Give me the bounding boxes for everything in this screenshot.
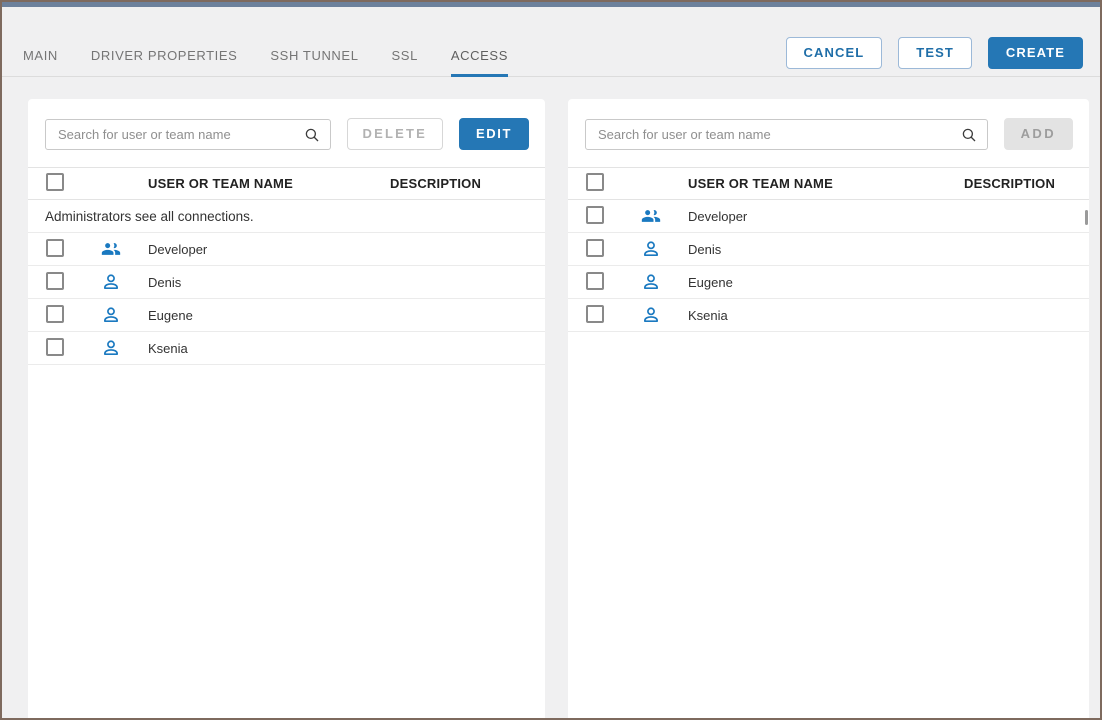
- connection-create-dialog: MAIN DRIVER PROPERTIES SSH TUNNEL SSL ACCESS…: [0, 0, 1102, 720]
- tab-main[interactable]: MAIN: [23, 48, 58, 77]
- row-checkbox[interactable]: [46, 338, 64, 356]
- dialog-header: MAIN DRIVER PROPERTIES SSH TUNNEL SSL ACCESS…: [2, 7, 1100, 77]
- row-checkbox[interactable]: [46, 239, 64, 257]
- vertical-scrollbar-thumb[interactable]: [1085, 210, 1088, 225]
- user-icon: [641, 239, 661, 259]
- row-checkbox-cell: [586, 305, 638, 326]
- team-icon: [641, 206, 661, 226]
- name-column-header: USER OR TEAM NAME: [148, 176, 390, 191]
- granted-toolbar: DELETE EDIT: [28, 99, 545, 167]
- row-checkbox-cell: [46, 305, 98, 326]
- cancel-button[interactable]: CANCEL: [786, 37, 883, 69]
- granted-searchbox: [45, 119, 331, 150]
- add-button[interactable]: ADD: [1004, 118, 1073, 150]
- tab-driver-properties[interactable]: DRIVER PROPERTIES: [91, 48, 238, 77]
- row-checkbox-cell: [586, 239, 638, 260]
- user-icon: [101, 272, 121, 292]
- row-checkbox-cell: [46, 338, 98, 359]
- table-row[interactable]: Developer: [568, 200, 1089, 233]
- team-icon: [101, 239, 121, 259]
- row-checkbox[interactable]: [586, 239, 604, 257]
- select-all-checkbox[interactable]: [46, 173, 64, 191]
- available-users-panel: ADD USER OR TEAM NAME DESCRIPTION Develo…: [568, 99, 1089, 718]
- row-name: Ksenia: [148, 341, 390, 356]
- admins-info-row: Administrators see all connections.: [28, 200, 545, 233]
- table-row[interactable]: Ksenia: [28, 332, 545, 365]
- row-checkbox-cell: [586, 206, 638, 227]
- available-toolbar: ADD: [568, 99, 1089, 167]
- user-icon: [101, 338, 121, 358]
- row-checkbox[interactable]: [46, 272, 64, 290]
- table-row[interactable]: Denis: [568, 233, 1089, 266]
- search-input[interactable]: [586, 120, 987, 149]
- description-column-header: DESCRIPTION: [390, 176, 545, 191]
- row-checkbox-cell: [46, 272, 98, 293]
- row-checkbox[interactable]: [46, 305, 64, 323]
- table-row[interactable]: Ksenia: [568, 299, 1089, 332]
- row-checkbox[interactable]: [586, 206, 604, 224]
- granted-table-header: USER OR TEAM NAME DESCRIPTION: [28, 167, 545, 200]
- available-searchbox: [585, 119, 988, 150]
- select-all-cell: [46, 173, 98, 194]
- name-column-header: USER OR TEAM NAME: [688, 176, 964, 191]
- test-button[interactable]: TEST: [898, 37, 972, 69]
- access-tab-content: DELETE EDIT USER OR TEAM NAME DESCRIPTIO…: [2, 77, 1100, 718]
- row-name: Developer: [148, 242, 390, 257]
- search-input[interactable]: [46, 120, 330, 149]
- edit-button[interactable]: EDIT: [459, 118, 529, 150]
- row-name: Ksenia: [688, 308, 964, 323]
- row-name: Eugene: [688, 275, 964, 290]
- row-checkbox[interactable]: [586, 305, 604, 323]
- user-icon: [641, 272, 661, 292]
- table-row[interactable]: Eugene: [568, 266, 1089, 299]
- granted-table-body: Developer Denis Eugene: [28, 233, 545, 365]
- select-all-checkbox[interactable]: [586, 173, 604, 191]
- select-all-cell: [586, 173, 638, 194]
- row-name: Denis: [148, 275, 390, 290]
- description-column-header: DESCRIPTION: [964, 176, 1089, 191]
- table-row[interactable]: Eugene: [28, 299, 545, 332]
- row-checkbox-cell: [46, 239, 98, 260]
- create-button[interactable]: CREATE: [988, 37, 1083, 69]
- table-row[interactable]: Developer: [28, 233, 545, 266]
- user-icon: [101, 305, 121, 325]
- delete-button[interactable]: DELETE: [347, 118, 443, 150]
- user-icon: [641, 305, 661, 325]
- tab-ssh-tunnel[interactable]: SSH TUNNEL: [270, 48, 358, 77]
- tab-access[interactable]: ACCESS: [451, 48, 508, 77]
- table-row[interactable]: Denis: [28, 266, 545, 299]
- available-table-header: USER OR TEAM NAME DESCRIPTION: [568, 167, 1089, 200]
- available-table-body: Developer Denis Eugene: [568, 200, 1089, 332]
- row-name: Developer: [688, 209, 964, 224]
- row-checkbox-cell: [586, 272, 638, 293]
- row-name: Eugene: [148, 308, 390, 323]
- granted-access-panel: DELETE EDIT USER OR TEAM NAME DESCRIPTIO…: [28, 99, 545, 718]
- tab-ssl[interactable]: SSL: [392, 48, 418, 77]
- tab-bar: MAIN DRIVER PROPERTIES SSH TUNNEL SSL ACCESS: [23, 48, 508, 77]
- dialog-action-buttons: CANCEL TEST CREATE: [786, 37, 1083, 69]
- row-name: Denis: [688, 242, 964, 257]
- row-checkbox[interactable]: [586, 272, 604, 290]
